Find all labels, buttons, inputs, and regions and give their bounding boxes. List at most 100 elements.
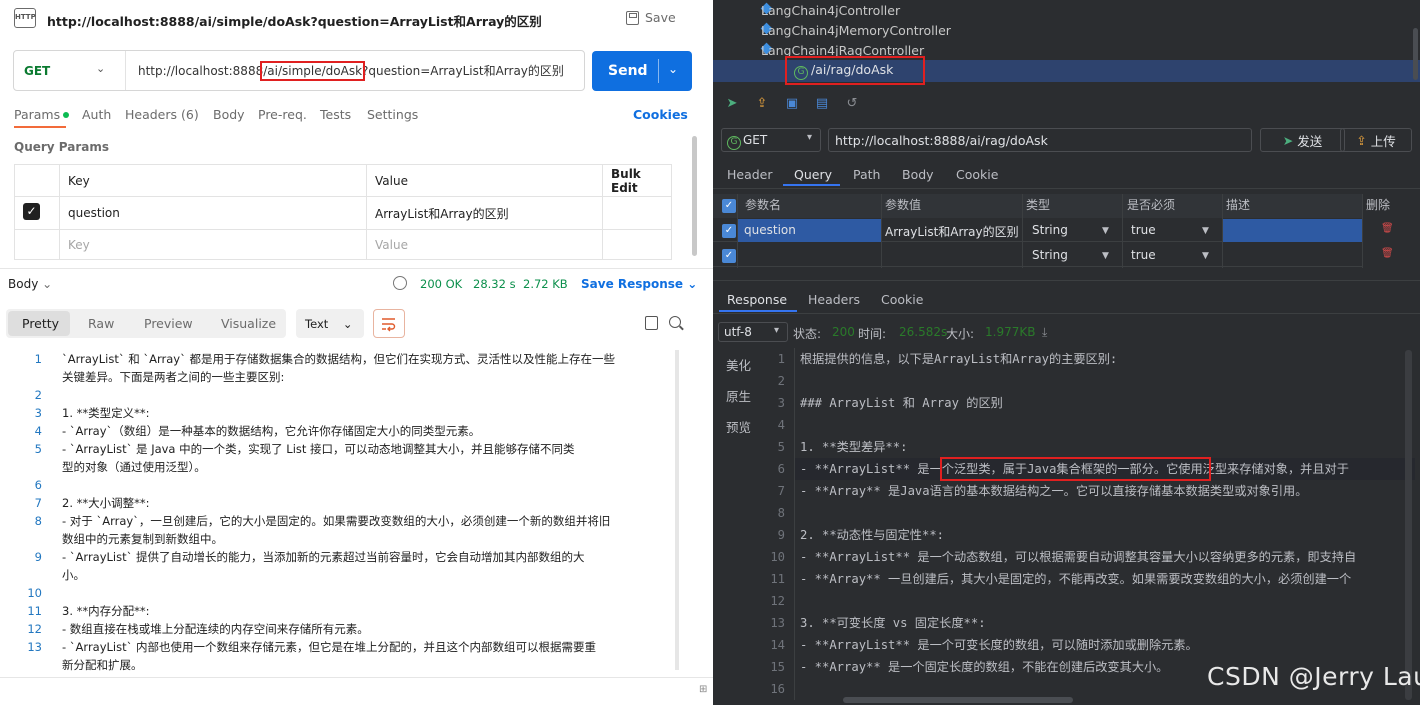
tab-raw[interactable]: Raw bbox=[88, 316, 114, 331]
new-extra-cell bbox=[602, 230, 671, 260]
header-required: 是否必须 bbox=[1127, 198, 1176, 212]
param-checkbox[interactable]: ✓ bbox=[23, 203, 40, 220]
wrap-icon bbox=[382, 318, 396, 332]
tab-pre-request[interactable]: Pre-req. bbox=[258, 107, 307, 122]
table-row-empty: Key Value bbox=[15, 230, 671, 260]
save-icon[interactable]: ▣ bbox=[785, 97, 799, 111]
select-all-checkbox[interactable]: ✓ bbox=[722, 199, 736, 213]
wrap-lines-button[interactable] bbox=[373, 309, 405, 338]
line-number: 10 bbox=[27, 586, 42, 600]
tab-headers[interactable]: Headers bbox=[808, 292, 860, 307]
param-value-cell[interactable]: ArrayList和Array的区别 bbox=[885, 223, 1019, 240]
download-icon[interactable]: ⤓ bbox=[1042, 325, 1047, 340]
method-value: GET bbox=[743, 133, 768, 147]
tab-tests[interactable]: Tests bbox=[320, 107, 351, 122]
send-button[interactable]: Send ⌄ bbox=[592, 51, 692, 91]
code-line: - `ArrayList` 是 Java 中的一个类，实现了 List 接口，可… bbox=[62, 442, 575, 456]
row-checkbox[interactable]: ✓ bbox=[722, 224, 736, 238]
tab-params[interactable]: Params bbox=[14, 107, 70, 122]
tab-body[interactable]: Body bbox=[902, 167, 934, 182]
send-button[interactable]: ➤ 发送 bbox=[1260, 128, 1345, 152]
chevron-down-icon[interactable]: ⌄ bbox=[96, 62, 105, 75]
chevron-down-icon: ▾ bbox=[774, 325, 780, 336]
copy-icon[interactable] bbox=[645, 316, 658, 330]
status-label: 状态: bbox=[793, 327, 822, 341]
resize-icon[interactable]: ⊞ bbox=[699, 684, 707, 695]
text-highlight bbox=[940, 457, 1211, 481]
horizontal-scrollbar[interactable] bbox=[843, 697, 1073, 703]
delete-icon[interactable]: 🗑 bbox=[1381, 223, 1394, 234]
line-number: 12 bbox=[27, 622, 42, 636]
tab-beautify[interactable]: 美化 bbox=[726, 355, 751, 374]
tab-query[interactable]: Query bbox=[794, 167, 832, 182]
tab-headers[interactable]: Headers (6) bbox=[125, 107, 199, 122]
param-required-select[interactable]: true bbox=[1131, 223, 1156, 237]
export-icon[interactable]: ⇪ bbox=[755, 97, 769, 111]
chevron-down-icon: ▼ bbox=[1102, 226, 1109, 236]
save-button[interactable]: Save bbox=[626, 10, 676, 25]
param-key-cell[interactable]: question bbox=[59, 197, 366, 229]
tab-response[interactable]: Response bbox=[727, 292, 787, 307]
header-key: Key bbox=[59, 165, 366, 196]
param-required-select[interactable]: true bbox=[1131, 248, 1156, 262]
line-number: 8 bbox=[34, 514, 42, 528]
globe-icon[interactable] bbox=[393, 276, 407, 290]
bottom-divider bbox=[0, 677, 713, 678]
tab-cookie[interactable]: Cookie bbox=[956, 167, 998, 182]
code-line: - 对于 `Array`，一旦创建后，它的大小是固定的。如果需要改变数组的大小，… bbox=[62, 514, 611, 528]
history-icon[interactable]: ↺ bbox=[845, 97, 859, 111]
tab-settings[interactable]: Settings bbox=[367, 107, 418, 122]
tree-scrollbar[interactable] bbox=[1413, 28, 1418, 80]
search-icon[interactable] bbox=[669, 316, 681, 328]
tab-auth[interactable]: Auth bbox=[82, 107, 111, 122]
tab-raw[interactable]: 原生 bbox=[726, 386, 751, 405]
tree-item-endpoint[interactable]: G/ai/rag/doAsk bbox=[794, 62, 893, 80]
param-name-cell[interactable]: question bbox=[744, 223, 796, 237]
line-number: 7 bbox=[777, 484, 785, 498]
tab-preview[interactable]: 预览 bbox=[726, 417, 751, 436]
tab-body[interactable]: Body bbox=[213, 107, 245, 122]
tab-cookie[interactable]: Cookie bbox=[881, 292, 923, 307]
tab-preview[interactable]: Preview bbox=[144, 316, 193, 331]
cookies-link[interactable]: Cookies bbox=[633, 107, 688, 122]
delete-icon[interactable]: 🗑 bbox=[1381, 248, 1394, 259]
tabs-divider bbox=[713, 313, 1420, 314]
code-line: 3. **内存分配**: bbox=[62, 604, 150, 618]
chevron-down-icon: ▼ bbox=[1202, 251, 1209, 261]
chevron-down-icon: ▼ bbox=[1202, 226, 1209, 236]
code-line: 1. **类型定义**: bbox=[62, 406, 150, 420]
document-icon[interactable]: ▤ bbox=[815, 97, 829, 111]
url-input[interactable]: http://localhost:8888/ai/simple/doAsk?qu… bbox=[138, 61, 564, 81]
active-tab-underline bbox=[719, 310, 797, 312]
param-value-cell[interactable]: ArrayList和Array的区别 bbox=[366, 197, 602, 229]
save-response-button[interactable]: Save Response ⌄ bbox=[581, 277, 697, 291]
chevron-down-icon[interactable]: ⌄ bbox=[668, 62, 678, 76]
code-line: 2. **动态性与固定性**: bbox=[800, 528, 945, 542]
response-body-code: 1 `ArrayList` 和 `Array` 都是用于存储数据集合的数据结构，但… bbox=[0, 348, 690, 672]
code-line: - 数组直接在栈或堆上分配连续的内存空间来存储所有元素。 bbox=[62, 622, 369, 636]
header-description: 描述 bbox=[1226, 198, 1251, 212]
param-type-select[interactable]: String bbox=[1032, 223, 1068, 237]
response-scrollbar[interactable] bbox=[1405, 350, 1412, 700]
response-body-select[interactable]: Body ⌄ bbox=[8, 277, 52, 291]
row-checkbox[interactable]: ✓ bbox=[722, 249, 736, 263]
tree-label: LangChain4jRagController bbox=[761, 43, 925, 58]
method-select[interactable]: GET bbox=[24, 64, 50, 78]
tab-path[interactable]: Path bbox=[853, 167, 880, 182]
upload-button[interactable]: ⇪ 上传 bbox=[1340, 128, 1412, 152]
code-line: 小。 bbox=[62, 568, 85, 582]
new-key-input[interactable]: Key bbox=[59, 230, 366, 260]
tab-visualize[interactable]: Visualize bbox=[221, 316, 276, 331]
new-value-input[interactable]: Value bbox=[366, 230, 602, 260]
tab-header[interactable]: Header bbox=[727, 167, 773, 182]
get-method-icon: G bbox=[794, 66, 808, 80]
bulk-edit-button[interactable]: Bulk Edit bbox=[602, 165, 671, 196]
send-icon[interactable]: ➤ bbox=[725, 97, 739, 111]
params-scrollbar[interactable] bbox=[692, 136, 697, 256]
line-number: 15 bbox=[770, 660, 785, 674]
param-type-select[interactable]: String bbox=[1032, 248, 1068, 262]
response-scrollbar[interactable] bbox=[675, 350, 679, 670]
http-request-icon: HTTP bbox=[14, 8, 36, 28]
line-number: 2 bbox=[777, 374, 785, 388]
tab-pretty[interactable]: Pretty bbox=[22, 316, 59, 331]
